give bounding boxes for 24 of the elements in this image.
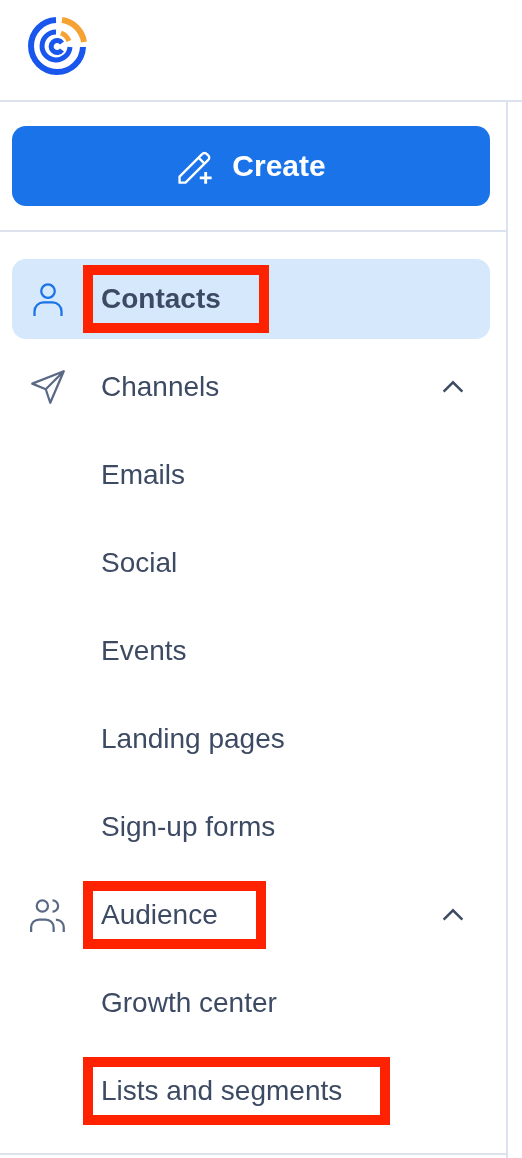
nav-label: Channels	[100, 370, 221, 404]
highlight-box: Audience	[83, 881, 266, 949]
people-icon	[29, 897, 66, 933]
submenu-item[interactable]: Sign-up forms	[12, 787, 490, 867]
submenu-item[interactable]: Emails	[12, 435, 490, 515]
nav-label: Sign-up forms	[100, 810, 277, 844]
highlight-box: Contacts	[83, 265, 269, 333]
logo-icon	[26, 14, 90, 78]
nav-item[interactable]: Channels	[12, 347, 490, 427]
nav-label: Landing pages	[100, 722, 286, 756]
nav-item[interactable]: Audience	[12, 875, 490, 955]
nav-label: Growth center	[100, 986, 278, 1020]
nav-item[interactable]: Contacts	[12, 259, 490, 339]
paper-plane-icon	[29, 369, 66, 405]
submenu-item[interactable]: Social	[12, 523, 490, 603]
nav-label: Emails	[100, 458, 186, 492]
submenu-item[interactable]: Events	[12, 611, 490, 691]
submenu-item[interactable]: Lists and segments	[12, 1051, 490, 1131]
nav-label: Events	[100, 634, 188, 668]
nav-label: Social	[100, 546, 179, 580]
submenu-item[interactable]: Landing pages	[12, 699, 490, 779]
highlight-box: Lists and segments	[83, 1057, 391, 1125]
create-button[interactable]: Create	[12, 126, 490, 206]
submenu-item[interactable]: Growth center	[12, 963, 490, 1043]
